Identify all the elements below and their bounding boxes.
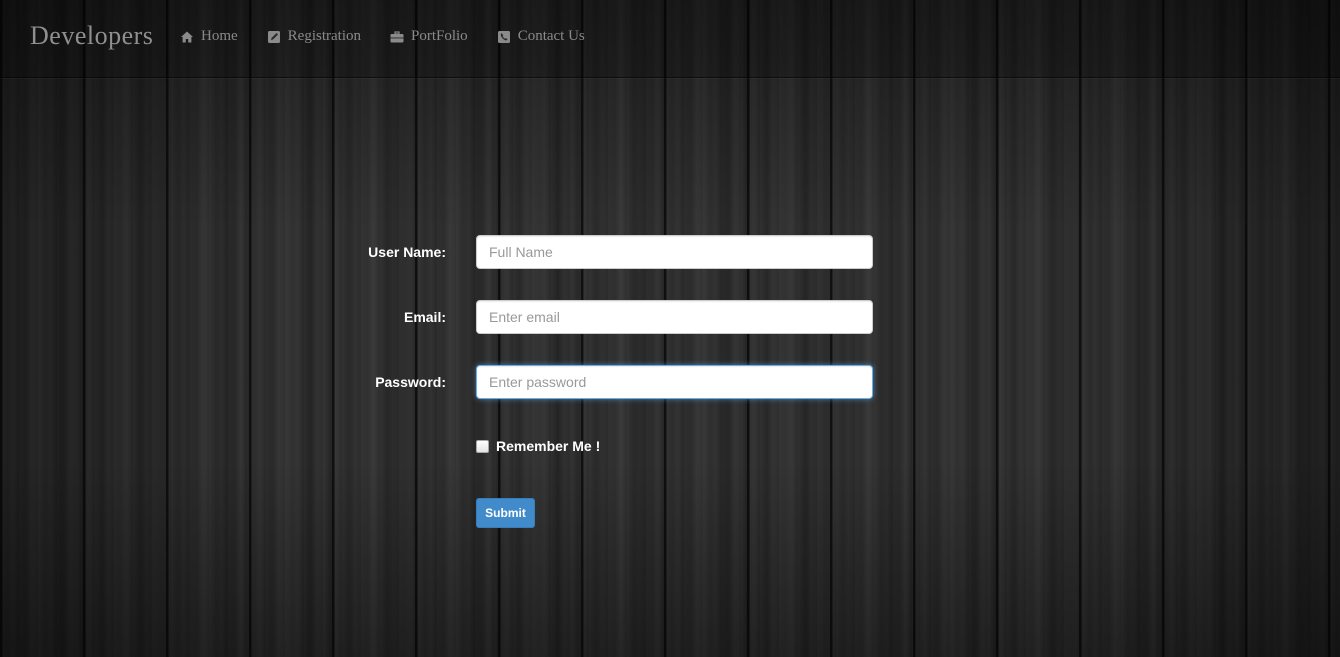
- username-label: User Name:: [368, 244, 446, 260]
- remember-me-checkbox[interactable]: [476, 439, 489, 453]
- password-input[interactable]: [476, 365, 873, 399]
- password-label: Password:: [375, 374, 446, 390]
- remember-me: Remember Me !: [476, 438, 600, 454]
- email-input[interactable]: [476, 300, 873, 334]
- email-label: Email:: [403, 309, 446, 325]
- submit-button[interactable]: Submit: [476, 498, 535, 528]
- remember-me-label[interactable]: Remember Me !: [496, 438, 600, 454]
- registration-form: User Name: Email: Password: Remember Me …: [0, 0, 1340, 657]
- username-input[interactable]: [476, 235, 873, 269]
